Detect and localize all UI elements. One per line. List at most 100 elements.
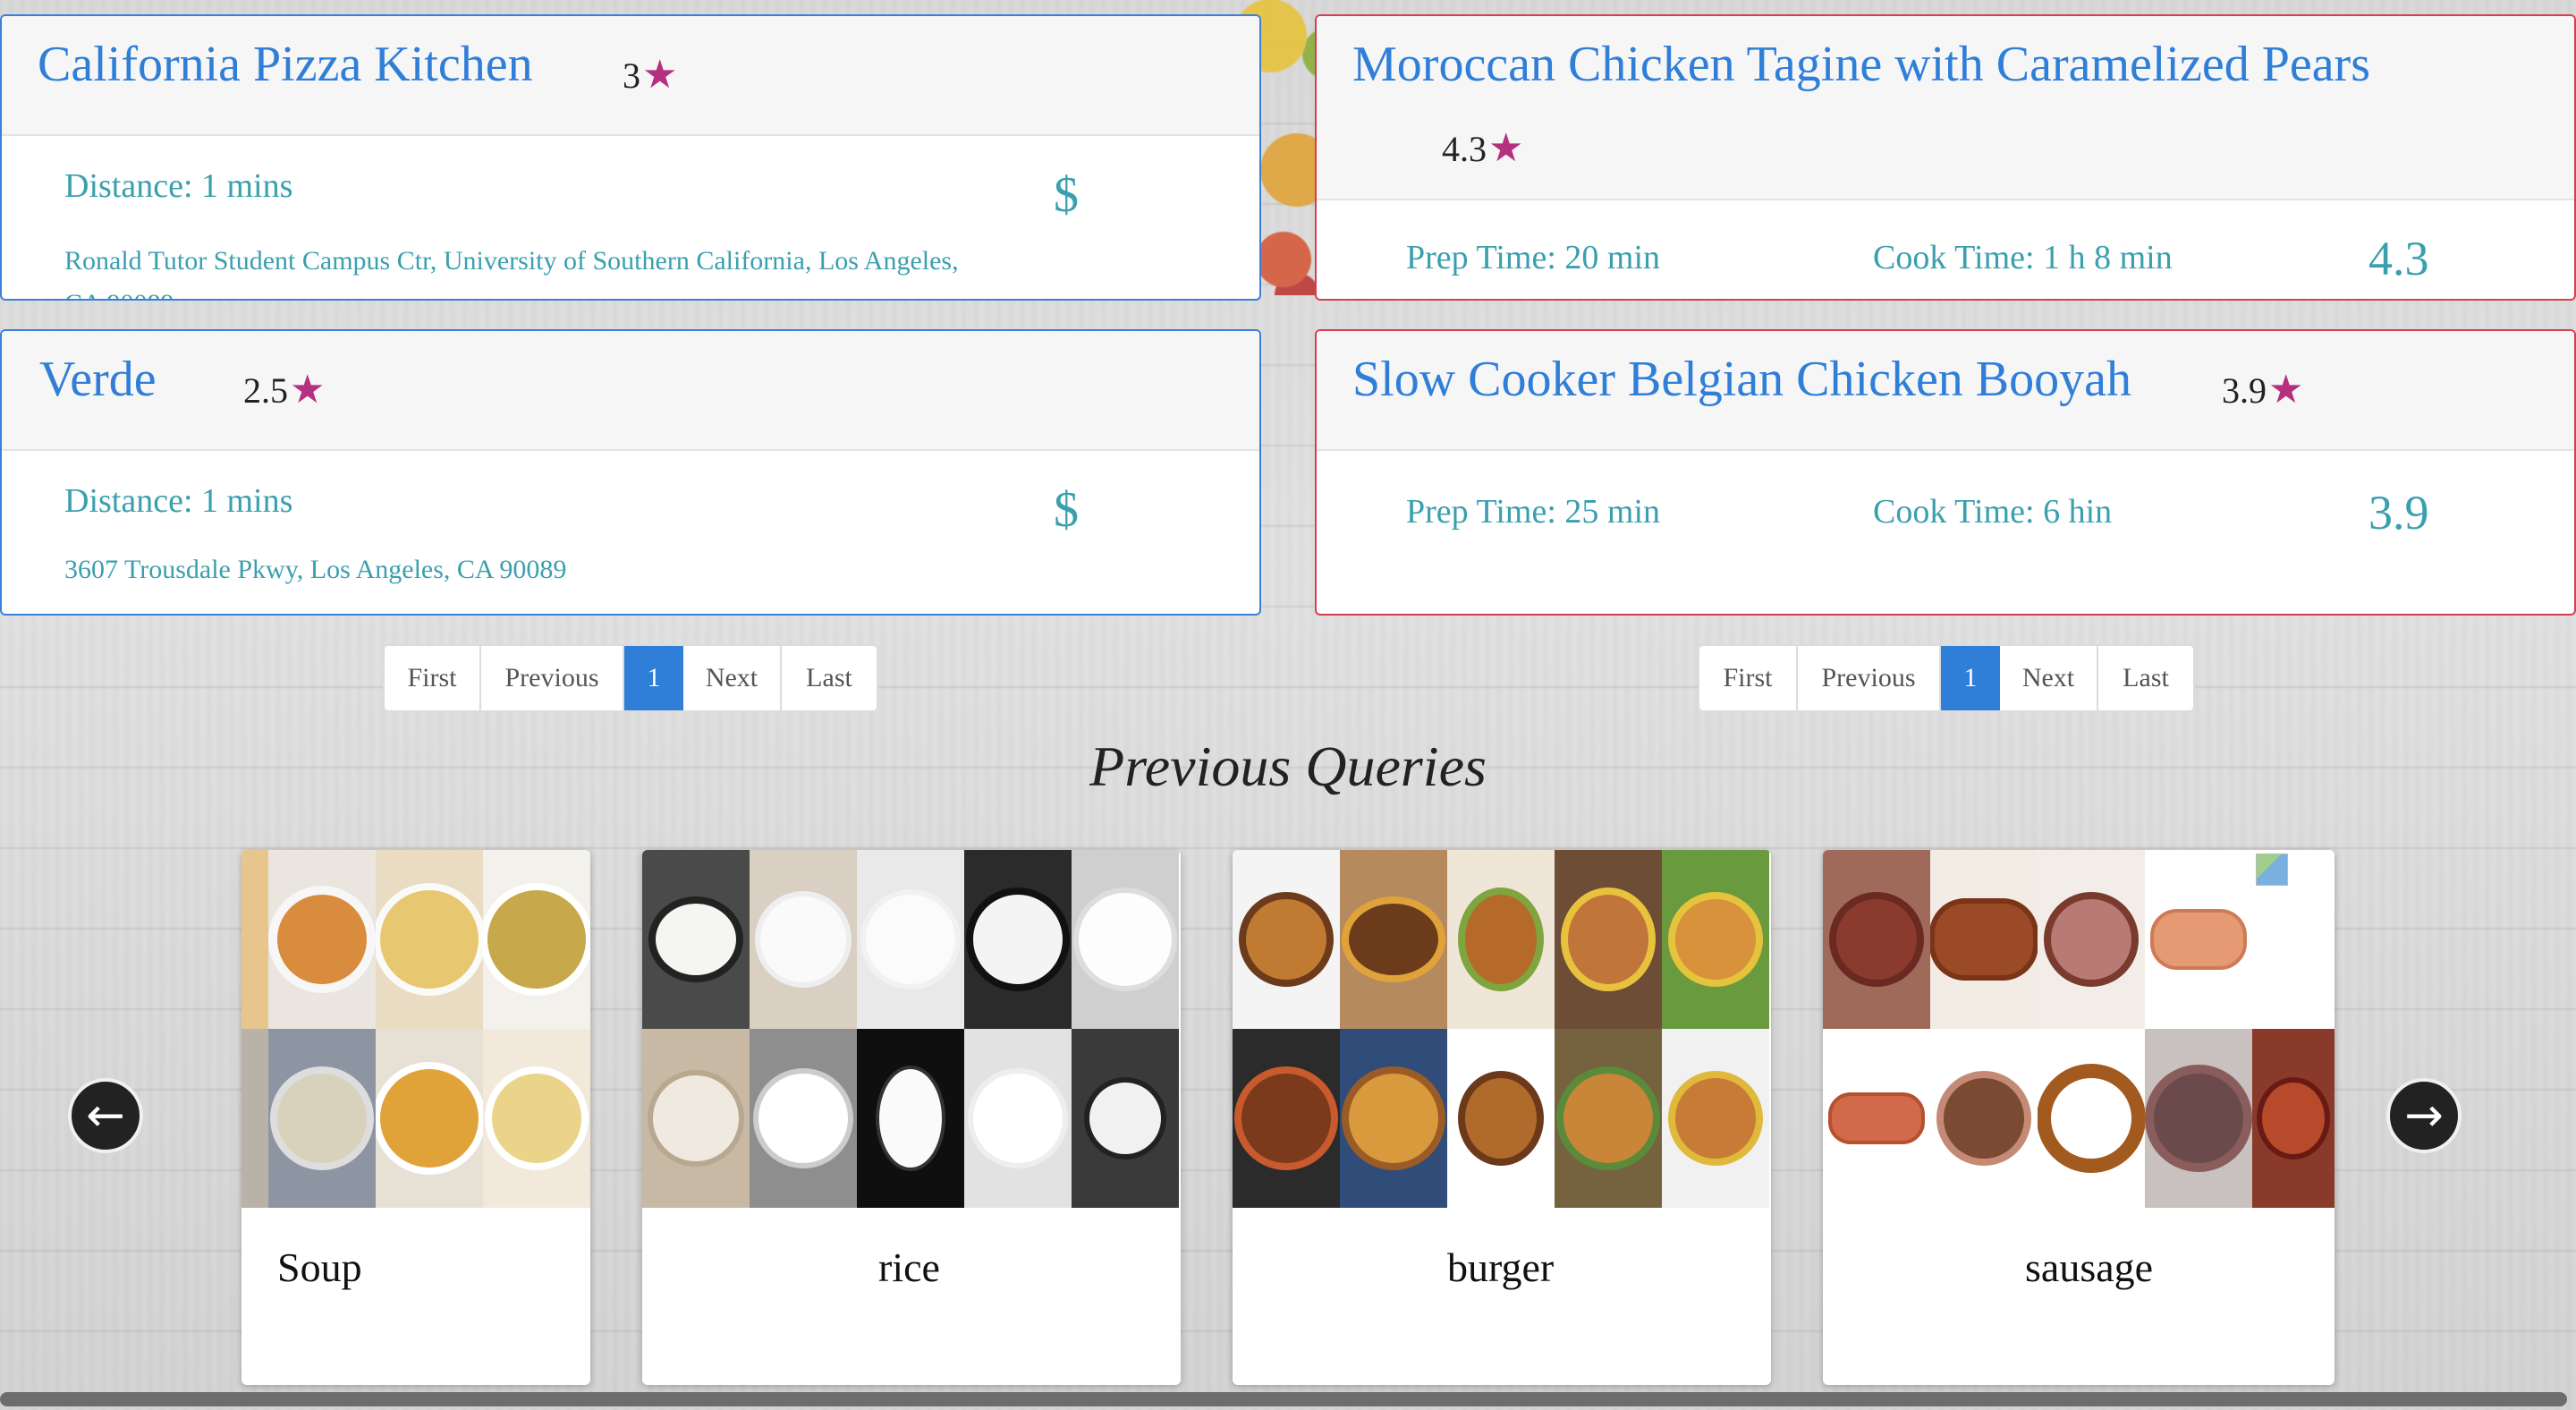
recipe-prep-time: Prep Time: 25 min: [1406, 493, 1660, 531]
rating-value: 3: [623, 55, 640, 96]
restaurant-card-header: Verde 2.5★: [2, 331, 1259, 451]
query-image: [1340, 1029, 1447, 1208]
query-label[interactable]: burger: [1447, 1244, 1554, 1291]
query-card-sausage[interactable]: sausage: [1823, 850, 2334, 1385]
recipe-cook-time: Cook Time: 1 h 8 min: [1873, 239, 2173, 276]
restaurant-address: 3607 Trousdale Pkwy, Los Angeles, CA 900…: [64, 555, 567, 584]
query-card-burger[interactable]: burger: [1233, 850, 1771, 1385]
query-image: [857, 850, 964, 1029]
current-page-button[interactable]: 1: [1941, 646, 2000, 710]
restaurant-name[interactable]: California Pizza Kitchen: [38, 36, 533, 93]
query-image: [376, 850, 483, 1029]
query-image: [2252, 1029, 2334, 1208]
recipe-card[interactable]: Slow Cooker Belgian Chicken Booyah 3.9★ …: [1315, 329, 2576, 616]
current-page-button[interactable]: 1: [624, 646, 683, 710]
query-image: [1823, 850, 1930, 1029]
restaurant-card[interactable]: Verde 2.5★ Distance: 1 mins $ 3607 Trous…: [0, 329, 1261, 616]
star-icon: ★: [642, 53, 678, 97]
query-image: [268, 1029, 376, 1208]
query-image: [1447, 1029, 1555, 1208]
restaurant-pagination: First Previous 1 Next Last: [383, 644, 878, 712]
query-image: [642, 1029, 750, 1208]
restaurant-rating: 3★: [623, 52, 677, 98]
first-page-button[interactable]: First: [1699, 646, 1798, 710]
query-image: [242, 1029, 268, 1208]
query-image: [1662, 850, 1769, 1029]
query-card-rice[interactable]: rice: [642, 850, 1181, 1385]
restaurant-distance: Distance: 1 mins: [64, 482, 293, 520]
query-image-grid: [1823, 850, 2334, 1208]
carousel-next-button[interactable]: →: [2386, 1078, 2462, 1153]
last-page-button[interactable]: Last: [2098, 646, 2193, 710]
query-image: [2038, 1029, 2145, 1208]
query-image: [1823, 1029, 1930, 1208]
query-image-broken: [2252, 850, 2334, 1029]
restaurant-price: $: [1054, 482, 1079, 538]
first-page-button[interactable]: First: [385, 646, 481, 710]
query-image: [376, 1029, 483, 1208]
query-image: [1555, 850, 1662, 1029]
carousel-prev-button[interactable]: ←: [68, 1078, 143, 1153]
query-image: [1930, 850, 2038, 1029]
query-label[interactable]: rice: [878, 1244, 940, 1291]
recipe-card-header: Moroccan Chicken Tagine with Caramelized…: [1317, 16, 2574, 200]
query-image: [642, 850, 750, 1029]
restaurant-card-header: California Pizza Kitchen 3★: [2, 16, 1259, 136]
recipe-cook-time: Cook Time: 6 hin: [1873, 493, 2113, 531]
query-image: [1233, 1029, 1340, 1208]
query-image: [1930, 1029, 2038, 1208]
horizontal-scrollbar[interactable]: [0, 1392, 2567, 1406]
recipe-rating: 3.9★: [2222, 367, 2303, 412]
query-image: [1662, 1029, 1769, 1208]
query-image: [750, 850, 857, 1029]
restaurant-name[interactable]: Verde: [39, 351, 157, 408]
rating-value: 4.3: [1442, 129, 1487, 169]
rating-value: 2.5: [243, 370, 288, 411]
recipe-rating: 4.3★: [1442, 125, 1523, 171]
query-image: [964, 850, 1072, 1029]
query-image: [483, 1029, 590, 1208]
query-image: [268, 850, 376, 1029]
query-image: [1447, 850, 1555, 1029]
query-card-soup[interactable]: Soup: [242, 850, 590, 1385]
recipe-name[interactable]: Slow Cooker Belgian Chicken Booyah: [1352, 351, 2131, 408]
query-image: [857, 1029, 964, 1208]
query-image: [483, 850, 590, 1029]
star-icon: ★: [290, 368, 326, 412]
query-image: [242, 850, 268, 1029]
next-page-button[interactable]: Next: [683, 646, 782, 710]
query-image: [2145, 850, 2252, 1029]
recipe-card-header: Slow Cooker Belgian Chicken Booyah 3.9★: [1317, 331, 2574, 451]
query-image: [964, 1029, 1072, 1208]
query-image: [2038, 850, 2145, 1029]
arrow-left-circle-icon: ←: [86, 1089, 125, 1142]
query-image: [1340, 850, 1447, 1029]
rating-value: 3.9: [2222, 370, 2267, 411]
restaurant-distance: Distance: 1 mins: [64, 167, 293, 205]
recipe-name[interactable]: Moroccan Chicken Tagine with Caramelized…: [1352, 36, 2370, 93]
star-icon: ★: [1488, 126, 1524, 170]
query-label[interactable]: Soup: [277, 1244, 362, 1291]
broken-image-icon: [2256, 854, 2288, 886]
query-image: [750, 1029, 857, 1208]
recipe-card[interactable]: Moroccan Chicken Tagine with Caramelized…: [1315, 14, 2576, 301]
restaurant-card[interactable]: California Pizza Kitchen 3★ Distance: 1 …: [0, 14, 1261, 301]
restaurant-address: Ronald Tutor Student Campus Ctr, Univers…: [64, 246, 959, 299]
recipe-prep-time: Prep Time: 20 min: [1406, 239, 1660, 276]
star-icon: ★: [2268, 368, 2304, 412]
query-label[interactable]: sausage: [2025, 1244, 2153, 1291]
recipe-pagination: First Previous 1 Next Last: [1698, 644, 2195, 712]
query-image: [2145, 1029, 2252, 1208]
query-image: [1072, 850, 1179, 1029]
previous-queries-title: Previous Queries: [1089, 735, 1487, 798]
previous-page-button[interactable]: Previous: [1798, 646, 1941, 710]
restaurant-price: $: [1054, 167, 1079, 223]
query-image: [1072, 1029, 1179, 1208]
recipe-score: 4.3: [2368, 232, 2429, 285]
next-page-button[interactable]: Next: [2000, 646, 2098, 710]
query-image-grid: [1233, 850, 1769, 1208]
recipe-score: 3.9: [2368, 486, 2429, 539]
previous-page-button[interactable]: Previous: [481, 646, 624, 710]
last-page-button[interactable]: Last: [782, 646, 877, 710]
query-image: [1555, 1029, 1662, 1208]
